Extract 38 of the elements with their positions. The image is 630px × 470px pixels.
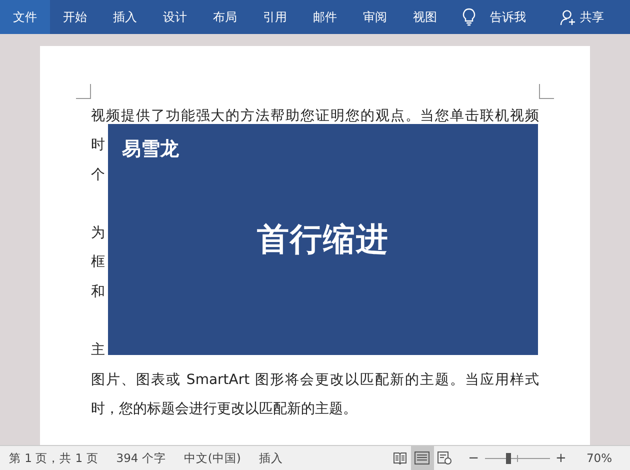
zoom-in-button[interactable]: + xyxy=(550,450,572,466)
page-layout-icon xyxy=(414,451,430,465)
body-text: 视频提供了功能强大的方法帮助您证明您的观点。当您单击联机视频 xyxy=(91,108,539,124)
ribbon-tab[interactable]: 视图 xyxy=(400,0,450,34)
language-indicator[interactable]: 中文(中国) xyxy=(184,450,241,466)
body-text: 图片、图表或 SmartArt 图形将会更改以匹配新的主题。当应用样式 xyxy=(91,372,539,388)
ribbon-tab[interactable]: 文件 xyxy=(0,0,50,34)
body-text: 时 xyxy=(91,137,105,154)
ribbon-tab[interactable]: 邮件 xyxy=(300,0,350,34)
body-text: 时，您的标题会进行更改以匹配新的主题。 xyxy=(91,400,357,417)
lightbulb-icon[interactable] xyxy=(462,8,476,26)
body-text: 个 xyxy=(91,166,105,183)
zoom-level[interactable]: 70% xyxy=(586,451,612,465)
body-text: 主 xyxy=(91,342,105,358)
zoom-thumb[interactable] xyxy=(506,452,511,464)
web-layout-icon xyxy=(437,451,452,465)
zoom-out-button[interactable]: − xyxy=(462,450,485,466)
add-person-icon[interactable] xyxy=(560,8,577,26)
ribbon-tab[interactable]: 布局 xyxy=(200,0,250,34)
view-button[interactable] xyxy=(411,446,434,470)
crop-mark xyxy=(539,84,554,99)
ribbon-tab[interactable]: 审阅 xyxy=(350,0,400,34)
share-button[interactable]: 共享 xyxy=(580,8,604,26)
ribbon-tab[interactable]: 插入 xyxy=(100,0,150,34)
book-icon xyxy=(393,451,408,465)
crop-mark xyxy=(76,84,91,99)
insert-mode[interactable]: 插入 xyxy=(258,450,283,466)
body-text: 为 xyxy=(91,225,105,242)
body-text: 框 xyxy=(91,254,105,270)
ribbon-tab[interactable]: 引用 xyxy=(250,0,300,34)
tell-me-label[interactable]: 告诉我 xyxy=(490,8,526,26)
word-count[interactable]: 394 个字 xyxy=(116,450,166,466)
brand-logo-text: 易雪龙 xyxy=(122,137,179,162)
body-text: 和 xyxy=(91,284,105,300)
title-card-heading: 首行缩进 xyxy=(256,219,390,260)
ribbon-tab[interactable]: 开始 xyxy=(50,0,100,34)
page-count[interactable]: 第 1 页，共 1 页 xyxy=(9,450,98,466)
ribbon-tab[interactable]: 设计 xyxy=(150,0,200,34)
